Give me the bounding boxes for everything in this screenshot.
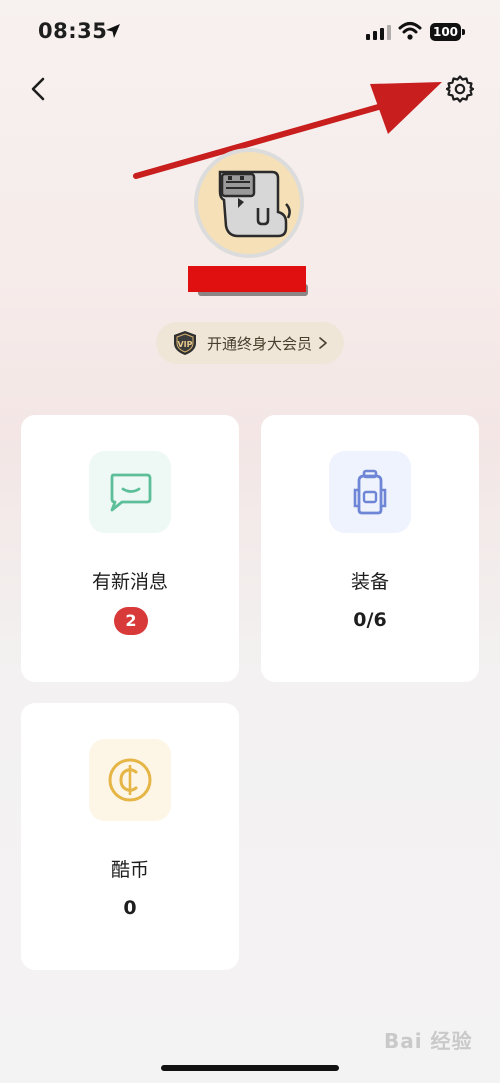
message-bubble-icon <box>110 473 152 512</box>
location-arrow-icon <box>106 24 120 38</box>
equipment-card[interactable]: 装备 0/6 <box>261 415 479 682</box>
equipment-title: 装备 <box>350 571 389 593</box>
svg-text:VIP: VIP <box>177 340 192 349</box>
messages-icon-tile <box>89 451 171 533</box>
status-time: 08:35 <box>38 19 108 43</box>
equipment-count: 0/6 <box>353 609 387 631</box>
avatar[interactable] <box>194 148 304 258</box>
coins-title: 酷币 <box>110 859 149 881</box>
coin-icon <box>108 758 152 802</box>
coins-count: 0 <box>123 897 137 919</box>
home-indicator[interactable] <box>161 1065 339 1071</box>
backpack-icon <box>353 469 387 515</box>
coins-card[interactable]: 酷币 0 <box>21 703 239 970</box>
vip-membership-button[interactable]: VIP 开通终身大会员 <box>156 322 344 364</box>
robot-avatar-icon <box>218 170 291 238</box>
username-redaction <box>188 266 306 292</box>
chevron-right-icon <box>319 337 327 349</box>
coins-icon-tile <box>89 739 171 821</box>
messages-title: 有新消息 <box>91 571 168 593</box>
wifi-icon <box>398 22 422 40</box>
back-chevron-icon[interactable] <box>26 76 52 102</box>
unread-count-badge: 2 <box>114 607 148 635</box>
cellular-signal-icon <box>366 25 391 40</box>
battery-icon: 100 <box>430 23 466 41</box>
vip-shield-icon: VIP <box>174 331 196 355</box>
status-bar: 08:35 100 <box>0 0 500 64</box>
battery-level: 100 <box>430 23 461 41</box>
settings-gear-icon[interactable] <box>445 74 475 104</box>
watermark: Bai 经验 <box>384 1029 473 1053</box>
messages-card[interactable]: 有新消息 2 <box>21 415 239 682</box>
vip-label: 开通终身大会员 <box>207 334 313 353</box>
equipment-icon-tile <box>329 451 411 533</box>
